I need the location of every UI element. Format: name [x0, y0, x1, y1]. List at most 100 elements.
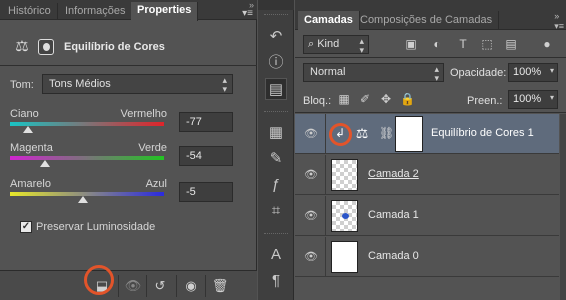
- lock-image-icon[interactable]: ✐: [358, 92, 372, 106]
- paths-icon[interactable]: ⌗: [265, 200, 287, 222]
- filter-kind-value: Kind: [317, 38, 340, 50]
- panel-menu-icon[interactable]: ▾≡: [242, 9, 253, 19]
- slider-left-label: Ciano: [10, 108, 39, 120]
- layer-thumbnail[interactable]: [331, 159, 358, 191]
- visibility-eye-icon[interactable]: 👁: [303, 249, 319, 265]
- fill-value: 100%: [513, 93, 542, 105]
- filter-toggle-icon[interactable]: ●: [541, 36, 553, 52]
- fill-label: Preen.:: [467, 95, 503, 107]
- layer-thumbnail[interactable]: [331, 241, 358, 273]
- divider: [325, 237, 326, 277]
- tab-properties[interactable]: Properties: [131, 2, 199, 21]
- tom-label: Tom:: [10, 79, 34, 91]
- panel-dock: ↶ ⓘ ▤ ▦ ✎ ƒ ⌗ A ¶: [258, 0, 294, 300]
- lock-position-icon[interactable]: ✥: [379, 92, 393, 106]
- chevron-down-icon[interactable]: ▾: [550, 93, 554, 102]
- visibility-eye-icon[interactable]: 👁: [303, 167, 319, 183]
- right-tab-bar: Camadas Composições de Camadas » ▾≡: [295, 0, 566, 31]
- trash-icon[interactable]: 🗑: [211, 278, 229, 294]
- divider: [325, 155, 326, 195]
- chain-link-icon[interactable]: ⛓: [379, 125, 394, 141]
- dock-grip[interactable]: [264, 14, 288, 17]
- mask-icon[interactable]: [38, 39, 54, 55]
- thumbnail-content: [342, 213, 349, 219]
- layers-scrollbar[interactable]: [560, 114, 566, 300]
- dock-header: [258, 0, 294, 10]
- updown-arrow-icon: ▴ ▾: [434, 64, 439, 83]
- divider: [295, 57, 566, 58]
- tab-historico[interactable]: Histórico: [2, 3, 58, 20]
- slider-left-label: Amarelo: [10, 178, 51, 190]
- view-previous-state-icon[interactable]: 👁: [124, 278, 142, 294]
- divider: [146, 275, 147, 297]
- slider-track[interactable]: [10, 156, 164, 160]
- slider-track[interactable]: [10, 122, 164, 126]
- layer-row[interactable]: 👁 Camada 0: [295, 237, 559, 277]
- layer-row[interactable]: 👁 Camada 2: [295, 155, 559, 195]
- layers-panel: Camadas Composições de Camadas » ▾≡ ⌕ Kin…: [295, 0, 566, 300]
- slider-thumb[interactable]: [40, 160, 51, 167]
- visibility-eye-icon[interactable]: 👁: [303, 208, 319, 224]
- tom-select-value: Tons Médios: [49, 78, 111, 90]
- layer-thumbnail[interactable]: [331, 200, 358, 232]
- visibility-eye-icon[interactable]: ◉: [182, 278, 200, 294]
- slider-magenta-green: Magenta Verde -54: [0, 142, 257, 182]
- properties-icon[interactable]: ▤: [265, 78, 287, 100]
- layer-row[interactable]: 👁 ↲ ⚖ ⛓ Equilíbrio de Cores 1: [295, 114, 559, 154]
- blend-mode-select[interactable]: Normal ▴ ▾: [303, 63, 444, 83]
- layer-row[interactable]: 👁 Camada 1: [295, 196, 559, 236]
- slider-value-input[interactable]: -54: [179, 146, 233, 166]
- preserve-luminosity-checkbox[interactable]: ✓: [20, 221, 32, 233]
- color-balance-icon[interactable]: ⚖: [353, 125, 371, 141]
- slider-value-input[interactable]: -5: [179, 182, 233, 202]
- lock-all-icon[interactable]: 🔒: [400, 92, 415, 106]
- highlight-circle: [84, 265, 114, 295]
- visibility-eye-icon[interactable]: 👁: [303, 126, 319, 142]
- history-icon[interactable]: ↶: [265, 26, 287, 48]
- updown-arrow-icon: ▴ ▾: [222, 75, 227, 94]
- lock-label: Bloq.:: [303, 95, 332, 107]
- divider: [176, 275, 177, 297]
- updown-arrow-icon: ▴ ▾: [359, 36, 364, 55]
- slider-left-label: Magenta: [10, 142, 53, 154]
- tab-informacoes[interactable]: Informações: [59, 3, 133, 20]
- tab-camadas[interactable]: Camadas: [298, 11, 360, 30]
- type-filter-icon[interactable]: T: [455, 36, 471, 52]
- paragraph-icon[interactable]: ¶: [265, 270, 287, 292]
- highlight-circle: [329, 123, 352, 146]
- layer-name[interactable]: Camada 1: [368, 209, 419, 221]
- tom-select[interactable]: Tons Médios ▴ ▾: [42, 74, 233, 94]
- swatches-icon[interactable]: ▦: [265, 122, 287, 144]
- pixel-filter-icon[interactable]: ▣: [403, 36, 419, 52]
- chevron-down-icon[interactable]: ▾: [550, 66, 554, 75]
- shape-filter-icon[interactable]: ⬚: [479, 36, 495, 52]
- character-icon[interactable]: A: [265, 244, 287, 266]
- layer-mask-thumbnail[interactable]: [395, 116, 423, 152]
- dock-grip[interactable]: [264, 233, 288, 236]
- tab-composicoes[interactable]: Composições de Camadas: [354, 11, 500, 30]
- panel-menu-icon[interactable]: » ▾≡: [554, 11, 564, 31]
- opacity-input[interactable]: 100% ▾: [508, 63, 558, 82]
- info-icon[interactable]: ⓘ: [265, 52, 287, 74]
- search-icon: ⌕: [308, 38, 318, 50]
- layer-name[interactable]: Camada 2: [368, 168, 419, 180]
- layer-name[interactable]: Camada 0: [368, 250, 419, 262]
- properties-panel: Histórico Informações Properties » ▾≡ ⚖ …: [0, 0, 257, 300]
- filter-kind-select[interactable]: ⌕ Kind ▴ ▾: [303, 35, 369, 55]
- slider-value-input[interactable]: -77: [179, 112, 233, 132]
- brushes-icon[interactable]: ✎: [265, 148, 287, 170]
- fill-input[interactable]: 100% ▾: [508, 90, 558, 109]
- slider-thumb[interactable]: [22, 126, 33, 133]
- smart-object-filter-icon[interactable]: ▤: [503, 36, 519, 52]
- divider: [0, 65, 257, 66]
- lock-transparent-icon[interactable]: ▦: [337, 92, 351, 106]
- reset-icon[interactable]: ↺: [151, 278, 169, 294]
- slider-right-label: Vermelho: [120, 108, 167, 120]
- divider: [325, 114, 326, 154]
- slider-right-label: Azul: [145, 178, 167, 190]
- styles-icon[interactable]: ƒ: [265, 174, 287, 196]
- layer-name[interactable]: Equilíbrio de Cores 1: [431, 127, 534, 139]
- adjustment-filter-icon[interactable]: ◐: [429, 36, 445, 52]
- slider-thumb[interactable]: [78, 196, 89, 203]
- dock-grip[interactable]: [264, 111, 288, 114]
